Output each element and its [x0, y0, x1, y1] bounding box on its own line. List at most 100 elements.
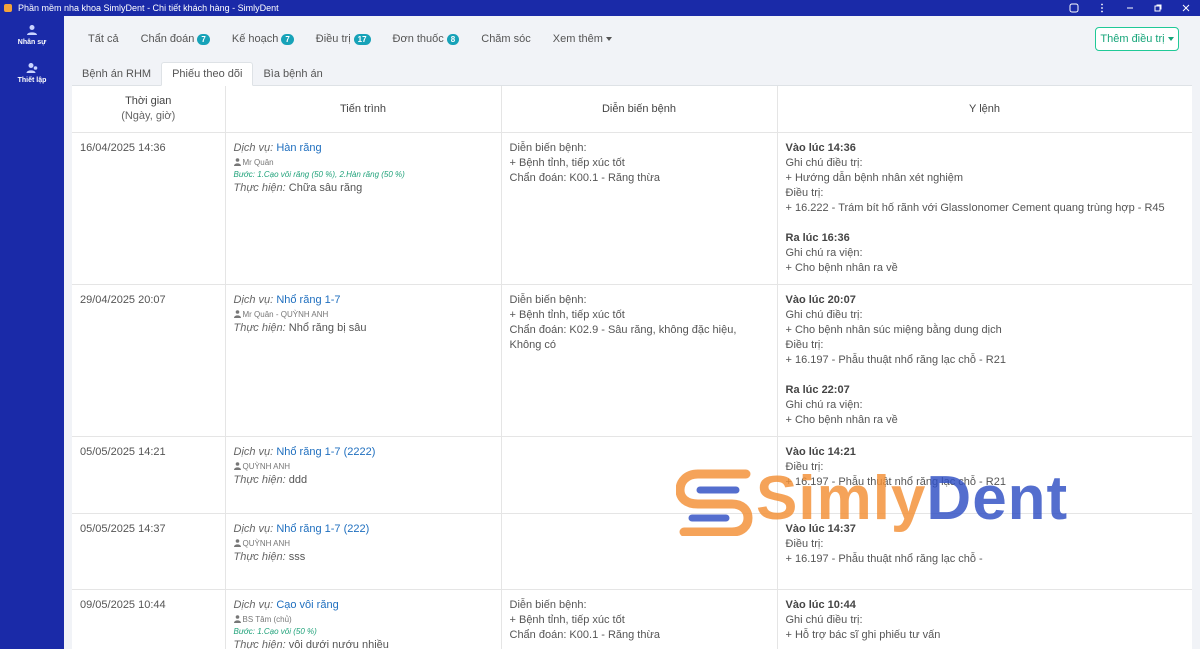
window-title: Phần mềm nha khoa SimlyDent - Chi tiết k…	[18, 3, 279, 13]
tab-dental-record[interactable]: Bệnh án RHM	[72, 63, 161, 85]
cell-evolution	[501, 436, 778, 514]
order-line: + Cho bệnh nhân súc miệng bằng dung dịch	[785, 323, 1002, 336]
close-icon[interactable]	[1172, 0, 1200, 16]
service-link[interactable]: Hàn răng	[276, 142, 321, 154]
tab-treatment[interactable]: Điều trị 17	[316, 33, 371, 45]
doctor-name: Mr Quân - QUỲNH ANH	[242, 309, 329, 319]
evolution-line: + Bệnh tỉnh, tiếp xúc tốt	[509, 308, 625, 321]
doctor-line: Mr Quân	[233, 156, 493, 169]
perform-line: Thực hiện: vôi dưới nướu nhiều	[234, 638, 493, 649]
tab-label: Kế hoạch	[231, 33, 279, 45]
doctor-name: QUỲNH ANH	[242, 461, 291, 471]
header-progress: Tiến trình	[225, 86, 502, 133]
order-line: Điều trị:	[785, 537, 824, 550]
row-datetime: 05/05/2025 14:37	[80, 522, 166, 535]
evolution-line: Chẩn đoán: K00.1 - Răng thừa	[509, 171, 660, 184]
doctor-line: QUỲNH ANH	[233, 537, 493, 550]
cell-evolution: Diễn biến bệnh: + Bệnh tỉnh, tiếp xúc tốt…	[501, 284, 778, 437]
order-line: Ghi chú điều trị:	[785, 156, 863, 169]
tracking-table-panel: Thời gian (Ngày, giờ) Tiến trình Diễn biế…	[72, 86, 1192, 649]
service-link[interactable]: Nhổ răng 1-7 (2222)	[276, 446, 375, 458]
evolution-line: Diễn biến bệnh:	[509, 598, 587, 611]
tab-prescription[interactable]: Đơn thuốc 8	[393, 33, 460, 45]
order-heading: Vào lúc 14:37	[785, 522, 856, 535]
order-line: Ghi chú điều trị:	[785, 308, 863, 321]
count-badge: 8	[446, 33, 460, 45]
user-icon	[233, 615, 241, 623]
perform-text: sss	[288, 550, 306, 563]
treatment-steps: Bước: 1.Cạo vôi răng (50 %), 2.Hàn răng …	[233, 169, 405, 179]
evolution-line: Chẩn đoán: K00.1 - Răng thừa	[509, 628, 660, 641]
sidebar-item-settings[interactable]: Thiết lập	[0, 54, 64, 92]
order-heading: Ra lúc 16:36	[785, 231, 850, 244]
row-datetime: 29/04/2025 20:07	[80, 293, 166, 306]
order-line: + 16.197 - Phẫu thuật nhổ răng lạc chỗ -…	[785, 475, 1006, 488]
tab-care[interactable]: Chăm sóc	[481, 33, 531, 45]
cell-orders: Vào lúc 20:07 Ghi chú điều trị: + Cho bệnh…	[777, 284, 1192, 437]
evolution-line: + Bệnh tỉnh, tiếp xúc tốt	[509, 613, 625, 626]
sidebar-item-label: Thiết lập	[17, 77, 47, 84]
cell-progress: Dịch vụ: Nhổ răng 1-7 (2222) QUỲNH ANH Thự…	[225, 436, 502, 514]
cell-time: 05/05/2025 14:21	[72, 436, 226, 514]
doctor-line: QUỲNH ANH	[233, 460, 493, 473]
service-link[interactable]: Cạo vôi răng	[276, 599, 338, 611]
header-time: Thời gian (Ngày, giờ)	[72, 86, 226, 133]
row-datetime: 16/04/2025 14:36	[80, 141, 166, 154]
tab-more-dropdown[interactable]: Xem thêm	[553, 33, 612, 45]
restore-icon[interactable]	[1144, 0, 1172, 16]
user-icon	[233, 462, 241, 470]
order-line: Điều trị:	[785, 460, 824, 473]
perform-label: Thực hiện:	[233, 550, 286, 563]
cell-progress: Dịch vụ: Hàn răng Mr Quân Bước: 1.Cạo vôi …	[225, 132, 502, 285]
minimize-icon[interactable]	[1116, 0, 1144, 16]
tab-tracking-sheet[interactable]: Phiếu theo dõi	[161, 62, 254, 86]
service-label: Dịch vụ:	[233, 598, 274, 611]
perform-line: Thực hiện: Nhổ răng bị sâu	[234, 321, 493, 336]
tab-diagnosis[interactable]: Chẩn đoán 7	[141, 33, 210, 45]
record-tabs: Bệnh án RHM Phiếu theo dõi Bìa bệnh án	[72, 62, 1192, 86]
perform-text: Nhổ răng bị sâu	[288, 321, 367, 334]
row-datetime: 09/05/2025 10:44	[80, 598, 166, 611]
cell-evolution: Diễn biến bệnh: + Bệnh tỉnh, tiếp xúc tốt…	[501, 132, 778, 285]
order-line: Ghi chú ra viện:	[785, 246, 863, 259]
perform-label: Thực hiện:	[233, 473, 286, 486]
perform-text: Chữa sâu răng	[288, 181, 363, 194]
cell-evolution: Diễn biến bệnh: + Bệnh tỉnh, tiếp xúc tốt…	[501, 589, 778, 649]
tab-all[interactable]: Tất cả	[88, 33, 119, 45]
service-line: Dịch vụ: Nhổ răng 1-7 (2222)	[234, 445, 493, 460]
table-row: 29/04/2025 20:07 Dịch vụ: Nhổ răng 1-7 Mr …	[72, 284, 1192, 437]
user-icon	[233, 539, 241, 547]
doctor-line: Mr Quân - QUỲNH ANH	[233, 308, 493, 321]
tab-plan[interactable]: Kế hoạch 7	[232, 33, 294, 45]
tab-record-cover[interactable]: Bìa bệnh án	[253, 63, 332, 85]
users-icon	[27, 25, 37, 35]
sidebar-item-label: Nhân sự	[17, 39, 47, 46]
button-label: Thêm điều trị	[1100, 33, 1165, 45]
service-label: Dịch vụ:	[233, 141, 274, 154]
perform-label: Thực hiện:	[233, 321, 286, 334]
service-link[interactable]: Nhổ răng 1-7	[276, 294, 340, 306]
table-row: 05/05/2025 14:21 Dịch vụ: Nhổ răng 1-7 (2…	[72, 436, 1192, 514]
sidebar-item-staff[interactable]: Nhân sự	[0, 16, 64, 54]
count-badge: 7	[197, 33, 210, 45]
more-options-icon[interactable]	[1088, 0, 1116, 16]
doctor-name: Mr Quân	[242, 157, 274, 167]
settings-users-icon	[26, 63, 38, 73]
service-link[interactable]: Nhổ răng 1-7 (222)	[276, 523, 369, 535]
evolution-line: Chẩn đoán: K02.9 - Sâu răng, không đặc h…	[509, 323, 737, 351]
count-badge: 7	[281, 33, 294, 45]
cell-time: 16/04/2025 14:36	[72, 132, 226, 285]
category-tabs: Tất cả Chẩn đoán 7 Kế hoạch 7 Điều trị 17 Đ…	[64, 16, 1200, 62]
row-datetime: 05/05/2025 14:21	[80, 445, 166, 458]
perform-text: ddd	[288, 473, 308, 486]
order-heading: Vào lúc 14:21	[785, 445, 856, 458]
main-content: Tất cả Chẩn đoán 7 Kế hoạch 7 Điều trị 17 Đ…	[64, 16, 1200, 649]
cell-time: 29/04/2025 20:07	[72, 284, 226, 437]
cell-evolution	[501, 513, 778, 590]
table-row: 16/04/2025 14:36 Dịch vụ: Hàn răng Mr Quân…	[72, 132, 1192, 285]
copilot-icon[interactable]	[1060, 0, 1088, 16]
order-line: Ghi chú ra viện:	[785, 398, 863, 411]
order-heading: Ra lúc 22:07	[785, 383, 850, 396]
add-treatment-button[interactable]: Thêm điều trị	[1095, 27, 1179, 51]
